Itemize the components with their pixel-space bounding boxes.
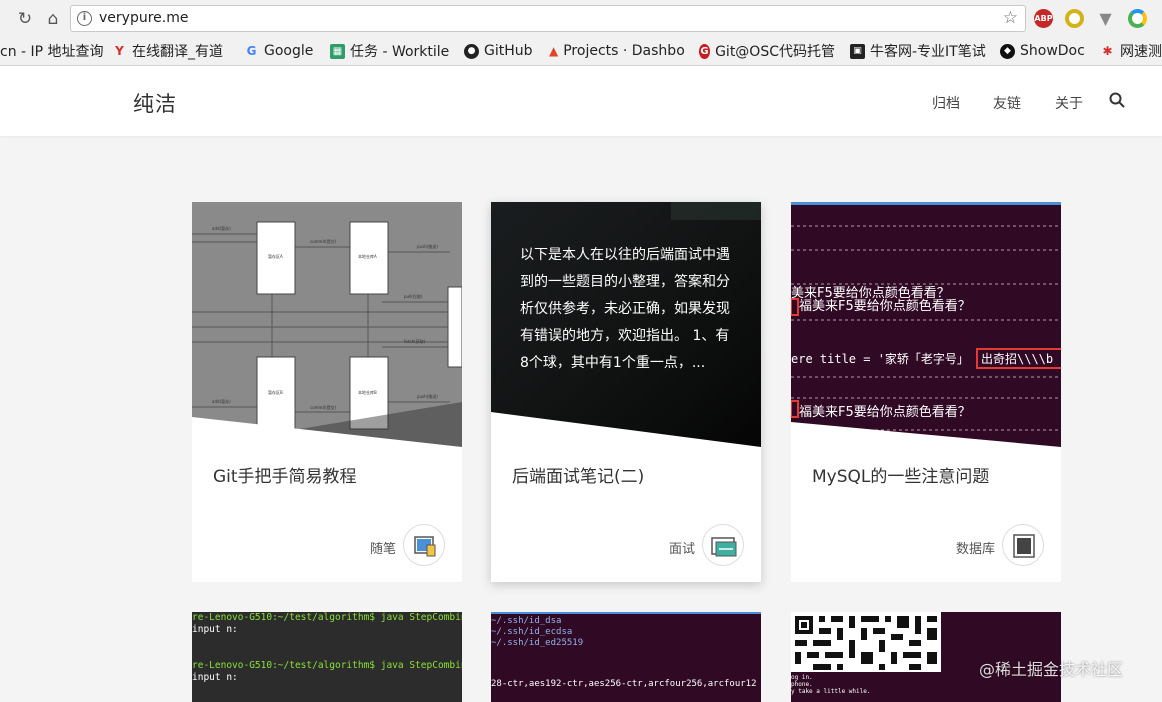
juejin-watermark: @稀土掘金技术社区 [979,660,1124,679]
gitosc-icon: G [699,43,711,59]
bookmark-youdao[interactable]: Y 在线翻译_有道 [112,40,223,62]
git-arrow-label: push(推送) [417,243,438,249]
bookmark-ip[interactable]: cn - IP 地址查询 [0,40,104,62]
mysql-line: ere title = '家轿「老字号」 [791,351,969,366]
post-title[interactable]: 后端面试笔记(二) [512,462,644,487]
git-box-label: 本地仓库A [358,253,377,259]
mysql-terminal-image: 美来F5要给你点颜色看看？ 福美来F5要给你点颜色看看？ 福美来F5要给你点颜色… [791,202,1061,447]
terminal-line: re-Lenovo-G510:~/test/algorithm$ java St… [192,612,462,623]
bookmark-gitosc[interactable]: G Git@OSC代码托管 [699,40,835,62]
speedtest-icon: ✱ [1102,43,1113,58]
terminal-line: ~/.ssh/id_ecdsa [491,627,573,637]
terminal-line: input n: [192,624,238,635]
post-card-interview[interactable]: 以下是本人在以往的后端面试中遇到的一些题目的小整理，答案和分析仅供参考，未必正确… [491,202,761,582]
bookmark-label: ShowDoc [1020,43,1085,59]
bookmark-google[interactable]: G Google [244,40,314,62]
showdoc-icon: ◆ [1000,43,1015,59]
post-cover-algorithm[interactable]: re-Lenovo-G510:~/test/algorithm$ java St… [192,612,462,702]
bookmark-showdoc[interactable]: ◆ ShowDoc [1000,40,1085,62]
terminal-line: og in. [791,674,813,681]
nav-about[interactable]: 关于 [1055,93,1083,113]
post-cover-interview[interactable]: 以下是本人在以往的后端面试中遇到的一些题目的小整理，答案和分析仅供参考，未必正确… [491,202,761,447]
post-title[interactable]: Git手把手简易教程 [213,462,357,487]
post-title[interactable]: MySQL的一些注意问题 [812,462,989,487]
extension-ring-icon[interactable] [1065,9,1084,28]
git-box-label: 暂存区B [268,389,283,395]
terminal-line: y take a little while. [791,688,871,695]
bookmark-label: 牛客网-专业IT笔试 [870,44,986,60]
bookmark-label: Google [264,43,314,59]
git-arrow-label: fetch(获取) [404,338,426,344]
adblock-icon[interactable]: ABP [1034,9,1053,28]
category-essay-icon[interactable] [403,524,445,566]
bookmark-speedtest[interactable]: ✱ 网速测 [1100,40,1162,62]
browser-chrome: ↻ ⌂ i verypure.me ☆ ABP ▼ cn - IP 地址查询 Y… [0,0,1162,66]
git-arrow-label: push(推送) [417,393,438,399]
git-arrow-label: add(暂存) [212,225,231,231]
bookmark-label: Projects · Dashboard [563,43,685,59]
post-card-git[interactable]: 暂存区A 本地仓库A 暂存区B 本地仓库B add(暂存) commit(提交)… [192,202,462,582]
terminal-line: 28-ctr,aes192-ctr,aes256-ctr,arcfour256,… [491,679,757,689]
post-category[interactable]: 数据库 [956,538,995,557]
gitlab-icon: ▲ [549,43,559,58]
nav-friends[interactable]: 友链 [993,93,1021,113]
github-icon: ● [464,43,479,59]
qrcode-image [791,612,941,672]
youdao-icon: Y [115,43,124,58]
address-bar[interactable]: i verypure.me ☆ [70,5,1026,32]
worktile-icon: ▦ [330,43,345,59]
git-box-label: 本地仓库B [358,389,377,395]
bookmark-label: 在线翻译_有道 [132,44,223,60]
nowcoder-icon: ▣ [850,43,865,59]
git-arrow-label: pull(拉取) [404,293,423,299]
post-category[interactable]: 面试 [669,538,695,557]
info-icon[interactable]: i [77,11,92,26]
extension-chrome-icon[interactable] [1128,9,1147,28]
bookmark-worktile[interactable]: ▦ 任务 - Worktile [330,40,449,62]
post-excerpt: 以下是本人在以往的后端面试中遇到的一些题目的小整理，答案和分析仅供参考，未必正确… [520,247,730,371]
terminal-line: input n: [192,672,238,683]
mysql-line: 福美来F5要给你点颜色看看？ [799,404,971,420]
category-interview-icon[interactable] [702,524,744,566]
git-arrow-label: add(暂存) [212,398,231,404]
git-arrow-label: commit(提交) [310,238,337,244]
post-cover-git[interactable]: 暂存区A 本地仓库A 暂存区B 本地仓库B add(暂存) commit(提交)… [192,202,462,447]
bookmark-label: GitHub [484,43,533,59]
google-icon: G [246,43,257,58]
site-brand[interactable]: 纯洁 [133,88,177,118]
bookmarks-bar: cn - IP 地址查询 Y 在线翻译_有道 G Google ▦ 任务 - W… [0,38,1162,64]
mysql-line: 福美来F5要给你点颜色看看？ [799,298,971,314]
bookmark-label: cn - IP 地址查询 [0,44,104,60]
terminal-line: re-Lenovo-G510:~/test/algorithm$ java St… [192,660,462,671]
extension-vee-icon[interactable]: ▼ [1096,9,1115,28]
bookmark-nowcoder[interactable]: ▣ 牛客网-专业IT笔试 [850,40,986,62]
bookmark-label: 网速测 [1120,44,1162,60]
reload-icon[interactable]: ↻ [14,8,36,30]
git-diagram-image: 暂存区A 本地仓库A 暂存区B 本地仓库B add(暂存) commit(提交)… [192,202,462,447]
category-database-icon[interactable] [1002,524,1044,566]
bookmark-star-icon[interactable]: ☆ [1003,8,1018,28]
bookmark-label: Git@OSC代码托管 [715,44,835,60]
search-icon[interactable] [1109,92,1125,108]
terminal-line: ~/.ssh/id_dsa [491,616,562,626]
mysql-line: 出奇招\\\\b [981,352,1053,366]
bookmark-gitlab[interactable]: ▲ Projects · Dashboard [549,40,685,62]
browser-toolbar: ↻ ⌂ i verypure.me ☆ ABP ▼ [0,0,1162,36]
site-header: 纯洁 归档 友链 关于 [0,66,1162,136]
bookmark-github[interactable]: ● GitHub [464,40,533,62]
terminal-line: ~/.ssh/id_ed25519 [491,638,584,648]
home-icon[interactable]: ⌂ [42,8,64,30]
post-category[interactable]: 随笔 [370,538,396,557]
post-cover-mysql[interactable]: 美来F5要给你点颜色看看？ 福美来F5要给你点颜色看看？ 福美来F5要给你点颜色… [791,202,1061,447]
git-box-label: 暂存区A [268,253,283,259]
nav-archive[interactable]: 归档 [932,93,960,113]
git-arrow-label: commit(提交) [310,404,337,410]
bookmark-label: 任务 - Worktile [350,44,450,60]
post-cover-ssh[interactable]: ~/.ssh/id_dsa ~/.ssh/id_ecdsa ~/.ssh/id_… [491,612,761,702]
post-card-mysql[interactable]: 美来F5要给你点颜色看看？ 福美来F5要给你点颜色看看？ 福美来F5要给你点颜色… [791,202,1061,582]
terminal-line: phone. [791,681,813,688]
address-url[interactable]: verypure.me [99,10,188,26]
